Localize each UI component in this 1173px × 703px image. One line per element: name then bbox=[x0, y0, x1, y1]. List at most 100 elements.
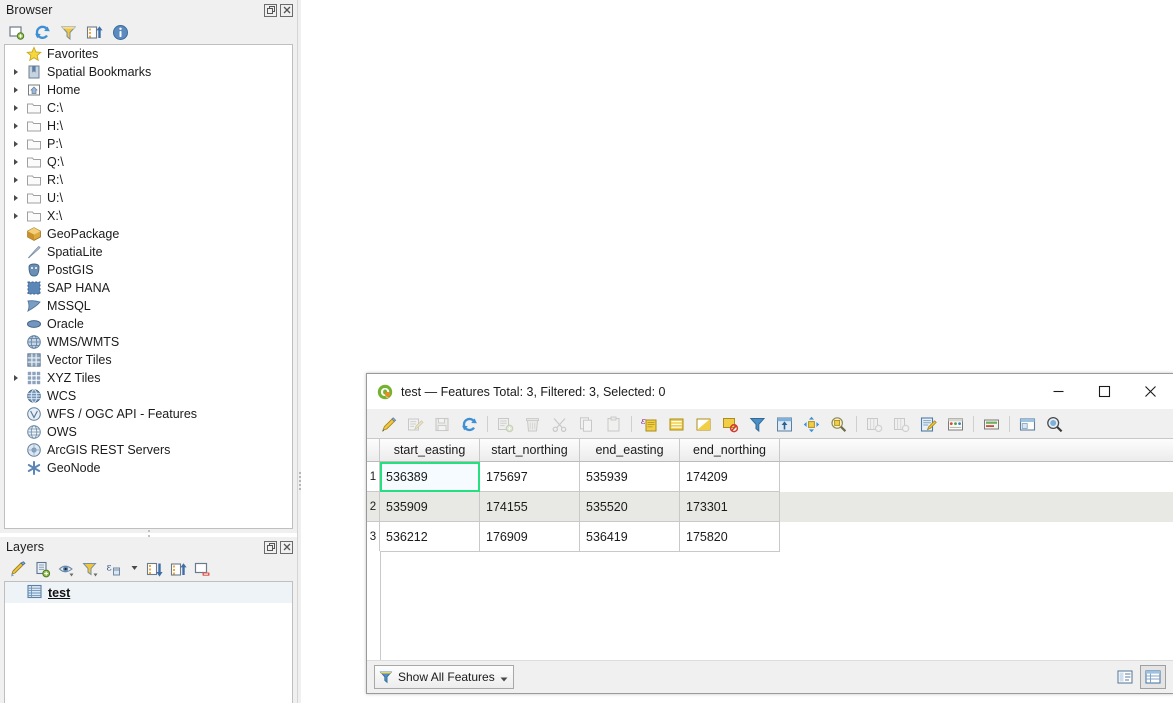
select-by-expression-button[interactable]: ε bbox=[636, 416, 663, 433]
browser-item-spatialite[interactable]: SpatiaLite bbox=[5, 243, 292, 261]
table-cell[interactable]: 174209 bbox=[680, 462, 780, 492]
browser-item-p[interactable]: P:\ bbox=[5, 135, 292, 153]
paste-features-button[interactable] bbox=[600, 416, 627, 433]
vertical-splitter[interactable] bbox=[297, 0, 301, 703]
attribute-table-titlebar[interactable]: Q test — Features Total: 3, Filtered: 3,… bbox=[367, 374, 1173, 410]
form-view-button[interactable] bbox=[1112, 665, 1138, 689]
browser-add-layer-button[interactable] bbox=[8, 24, 25, 41]
table-cell[interactable]: 536389 bbox=[380, 462, 480, 492]
table-cell[interactable]: 174155 bbox=[480, 492, 580, 522]
row-number[interactable]: 3 bbox=[367, 522, 380, 552]
table-cell[interactable]: 535939 bbox=[580, 462, 680, 492]
expand-arrow-icon[interactable] bbox=[9, 375, 23, 381]
table-row[interactable]: 2 535909 174155 535520 173301 bbox=[367, 492, 1173, 522]
browser-properties-button[interactable] bbox=[112, 24, 129, 41]
expand-arrow-icon[interactable] bbox=[9, 177, 23, 183]
browser-item-favorites[interactable]: Favorites bbox=[5, 45, 292, 63]
zoom-to-feature-button[interactable] bbox=[1041, 416, 1068, 433]
browser-item-spatial-bookmarks[interactable]: Spatial Bookmarks bbox=[5, 63, 292, 81]
new-field-button[interactable] bbox=[861, 416, 888, 433]
expand-arrow-icon[interactable] bbox=[9, 213, 23, 219]
layers-dropdown-arrow[interactable] bbox=[130, 559, 139, 579]
expand-arrow-icon[interactable] bbox=[9, 105, 23, 111]
table-cell[interactable]: 536212 bbox=[380, 522, 480, 552]
browser-item-q[interactable]: Q:\ bbox=[5, 153, 292, 171]
browser-item-wms-wmts[interactable]: WMS/WMTS bbox=[5, 333, 292, 351]
browser-item-geonode[interactable]: GeoNode bbox=[5, 459, 292, 477]
pan-map-to-selected-button[interactable] bbox=[798, 416, 825, 433]
browser-item-mssql[interactable]: MSSQL bbox=[5, 297, 292, 315]
browser-filter-button[interactable] bbox=[60, 24, 77, 41]
remove-layer-button[interactable] bbox=[194, 561, 211, 578]
browser-item-wcs[interactable]: WCS bbox=[5, 387, 292, 405]
toggle-editing-button[interactable] bbox=[375, 416, 402, 433]
copy-features-button[interactable] bbox=[573, 416, 600, 433]
layers-tree[interactable]: test bbox=[4, 581, 293, 703]
filter-legend-expression-button[interactable]: ε bbox=[106, 561, 123, 578]
browser-tree[interactable]: Favorites Spatial Bookmarks Home C:\ H:\ P:\ Q… bbox=[4, 44, 293, 529]
close-button[interactable] bbox=[1127, 375, 1173, 409]
open-field-calculator-button[interactable] bbox=[915, 416, 942, 433]
filter-legend-button[interactable] bbox=[82, 561, 99, 578]
actions-button[interactable] bbox=[978, 416, 1005, 433]
table-cell[interactable]: 175820 bbox=[680, 522, 780, 552]
browser-item-arcgis-rest-servers[interactable]: ArcGIS REST Servers bbox=[5, 441, 292, 459]
table-cell[interactable]: 175697 bbox=[480, 462, 580, 492]
layers-close-icon[interactable] bbox=[280, 540, 293, 554]
browser-item-c[interactable]: C:\ bbox=[5, 99, 292, 117]
table-cell[interactable]: 173301 bbox=[680, 492, 780, 522]
browser-item-home[interactable]: Home bbox=[5, 81, 292, 99]
add-group-button[interactable] bbox=[34, 561, 51, 578]
maximize-button[interactable] bbox=[1081, 375, 1127, 409]
reload-table-button[interactable] bbox=[456, 416, 483, 433]
table-cell[interactable]: 535520 bbox=[580, 492, 680, 522]
minimize-button[interactable] bbox=[1035, 375, 1081, 409]
expand-arrow-icon[interactable] bbox=[9, 141, 23, 147]
browser-item-u[interactable]: U:\ bbox=[5, 189, 292, 207]
column-header-end_easting[interactable]: end_easting bbox=[580, 439, 680, 461]
column-header-start_easting[interactable]: start_easting bbox=[380, 439, 480, 461]
row-number[interactable]: 2 bbox=[367, 492, 380, 522]
open-layer-styling-button[interactable] bbox=[10, 560, 27, 578]
filter-select-button[interactable] bbox=[744, 416, 771, 433]
expand-arrow-icon[interactable] bbox=[9, 159, 23, 165]
table-row[interactable]: 1 536389 175697 535939 174209 bbox=[367, 462, 1173, 492]
zoom-map-to-selected-button[interactable] bbox=[825, 416, 852, 433]
show-all-features-button[interactable]: Show All Features bbox=[374, 665, 514, 689]
browser-collapse-all-button[interactable] bbox=[86, 24, 103, 41]
browser-item-vector-tiles[interactable]: Vector Tiles bbox=[5, 351, 292, 369]
table-cell[interactable]: 176909 bbox=[480, 522, 580, 552]
table-row[interactable]: 3 536212 176909 536419 175820 bbox=[367, 522, 1173, 552]
table-view-button[interactable] bbox=[1140, 665, 1166, 689]
browser-item-xyz-tiles[interactable]: XYZ Tiles bbox=[5, 369, 292, 387]
save-edits-button[interactable] bbox=[402, 416, 429, 433]
delete-selected-features-button[interactable] bbox=[519, 416, 546, 433]
invert-selection-button[interactable] bbox=[690, 416, 717, 433]
browser-item-ows[interactable]: OWS bbox=[5, 423, 292, 441]
expand-arrow-icon[interactable] bbox=[9, 87, 23, 93]
cut-features-button[interactable] bbox=[546, 416, 573, 433]
browser-item-wfs-ogc-api-features[interactable]: WFS / OGC API - Features bbox=[5, 405, 292, 423]
browser-float-icon[interactable] bbox=[264, 3, 277, 17]
browser-item-oracle[interactable]: Oracle bbox=[5, 315, 292, 333]
expand-arrow-icon[interactable] bbox=[9, 123, 23, 129]
browser-close-icon[interactable] bbox=[280, 3, 293, 17]
table-cell[interactable]: 535909 bbox=[380, 492, 480, 522]
browser-item-sap-hana[interactable]: SAP HANA bbox=[5, 279, 292, 297]
row-number[interactable]: 1 bbox=[367, 462, 380, 492]
attribute-table-body[interactable]: 1 536389 175697 535939 174209 2 535909 174155 53… bbox=[367, 462, 1173, 552]
expand-arrow-icon[interactable] bbox=[9, 69, 23, 75]
table-cell[interactable]: 536419 bbox=[580, 522, 680, 552]
select-all-button[interactable] bbox=[663, 416, 690, 433]
move-selection-to-top-button[interactable] bbox=[771, 416, 798, 433]
manage-layer-visibility-button[interactable] bbox=[58, 561, 75, 578]
add-feature-button[interactable] bbox=[492, 416, 519, 433]
collapse-all-button[interactable] bbox=[170, 561, 187, 578]
deselect-all-button[interactable] bbox=[717, 416, 744, 433]
conditional-formatting-button[interactable] bbox=[942, 416, 969, 433]
column-header-end_northing[interactable]: end_northing bbox=[680, 439, 780, 461]
browser-item-x[interactable]: X:\ bbox=[5, 207, 292, 225]
delete-field-button[interactable] bbox=[888, 416, 915, 433]
browser-item-r[interactable]: R:\ bbox=[5, 171, 292, 189]
expand-arrow-icon[interactable] bbox=[9, 195, 23, 201]
